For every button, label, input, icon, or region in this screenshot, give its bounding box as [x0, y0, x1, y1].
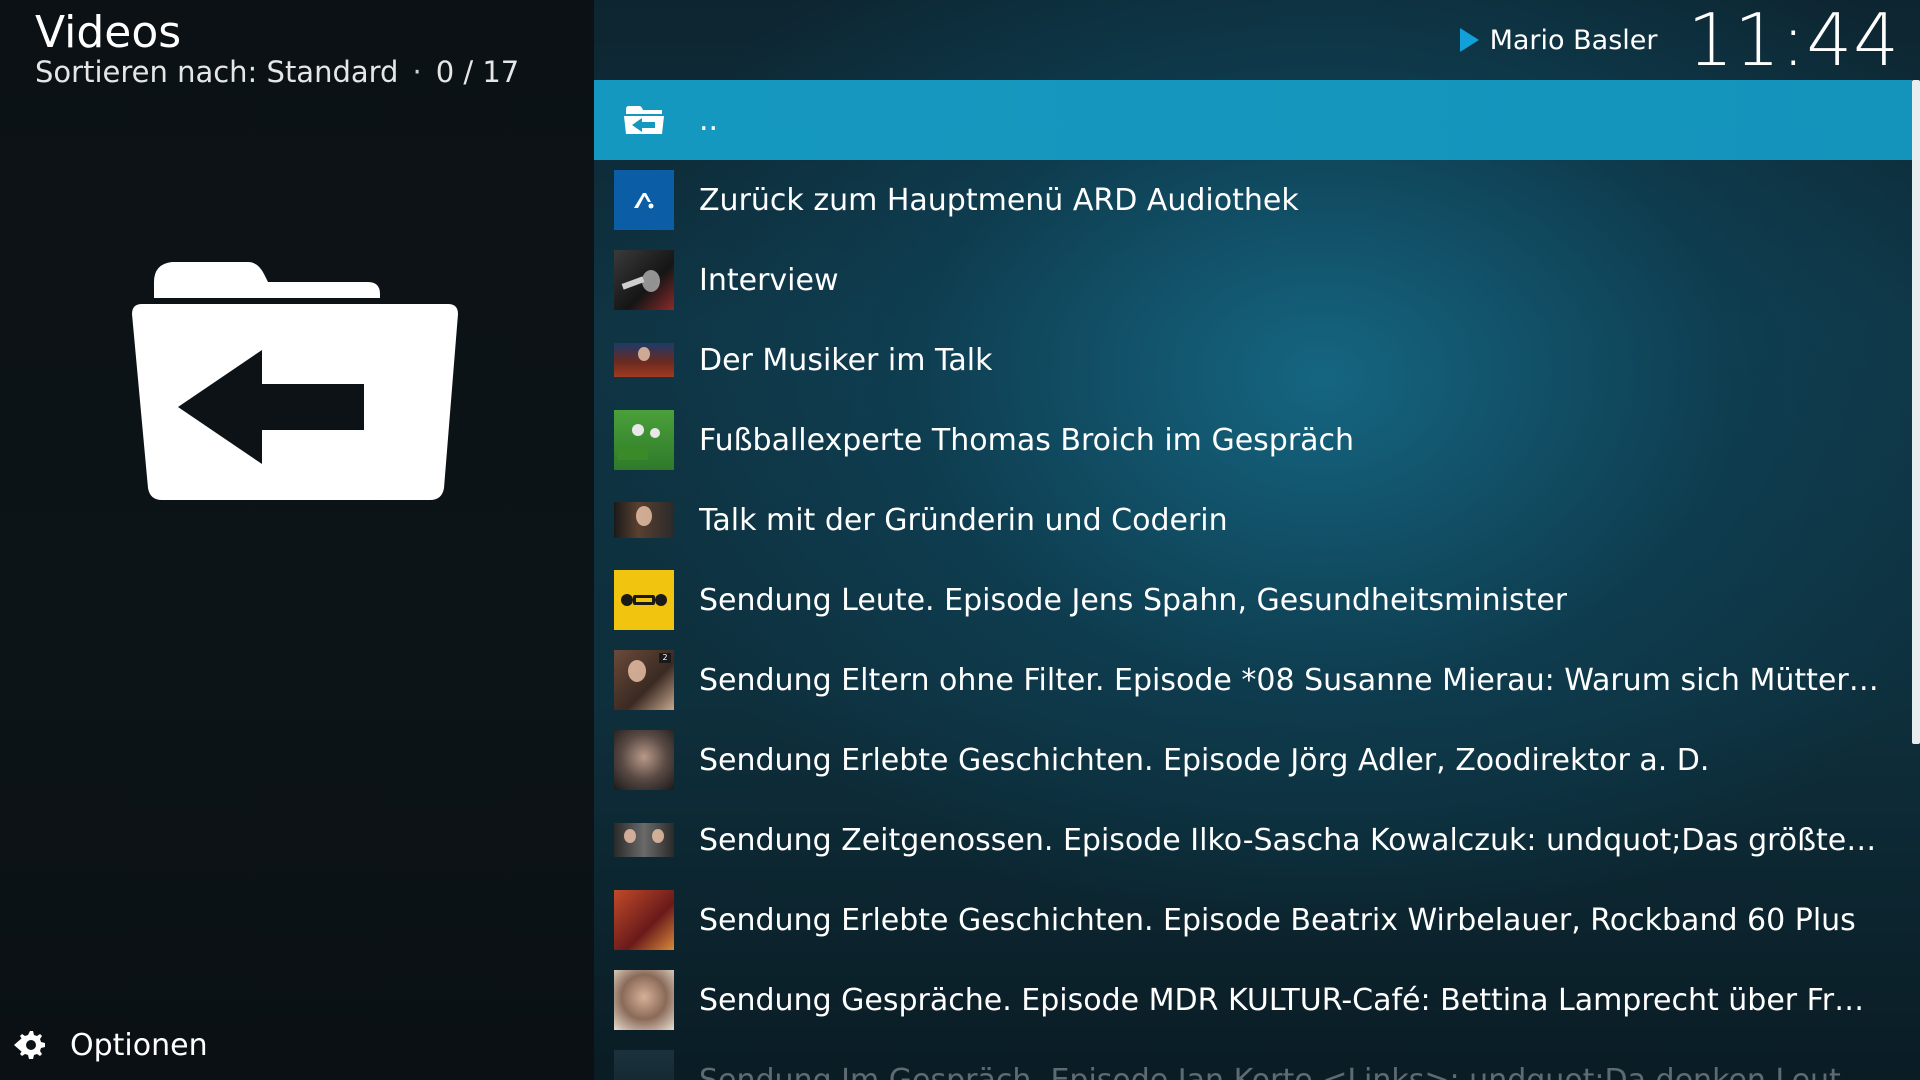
korte-thumbnail	[614, 1050, 674, 1080]
list-item-gruenderin[interactable]: Talk mit der Gründerin und Coderin	[594, 480, 1912, 560]
now-playing[interactable]: Mario Basler	[1458, 25, 1658, 56]
play-icon	[1459, 28, 1479, 52]
list-item-zeitgenossen[interactable]: Sendung Zeitgenossen. Episode Ilko-Sasch…	[594, 800, 1912, 880]
list-item-eltern[interactable]: 2 Sendung Eltern ohne Filter. Episode *0…	[594, 640, 1912, 720]
sort-label[interactable]: Sortieren nach: Standard	[35, 55, 398, 89]
list-item-adler[interactable]: Sendung Erlebte Geschichten. Episode Jör…	[594, 720, 1912, 800]
options-button[interactable]: Optionen	[12, 1022, 208, 1068]
list-item-wirbelauer[interactable]: Sendung Erlebte Geschichten. Episode Bea…	[594, 880, 1912, 960]
top-bar: Mario Basler 11:44	[1458, 0, 1900, 80]
adler-thumbnail	[614, 730, 674, 790]
list-item-label: Sendung Im Gespräch. Episode Jan Korte <…	[699, 1062, 1879, 1080]
list-item-label: Talk mit der Gründerin und Coderin	[699, 502, 1228, 538]
wirbelauer-thumbnail	[614, 890, 674, 950]
list-item-label: Sendung Zeitgenossen. Episode Ilko-Sasch…	[699, 822, 1879, 858]
info-panel: Videos Sortieren nach: Standard · 0 / 17 O…	[0, 0, 594, 1080]
list-item-lamprecht[interactable]: Sendung Gespräche. Episode MDR KULTUR-Ca…	[594, 960, 1912, 1040]
list-item-label: Der Musiker im Talk	[699, 342, 993, 378]
leute-thumbnail	[614, 570, 674, 630]
list-item-parent[interactable]: ..	[594, 80, 1912, 160]
zeitgenossen-thumbnail	[614, 823, 674, 857]
musiker-thumbnail	[614, 343, 674, 377]
folder-back-icon	[128, 252, 464, 508]
sort-info: Sortieren nach: Standard · 0 / 17	[35, 54, 519, 90]
list-item-korte[interactable]: Sendung Im Gespräch. Episode Jan Korte <…	[594, 1040, 1912, 1080]
eltern-thumbnail: 2	[614, 650, 674, 710]
ard-audiothek-logo	[614, 170, 674, 230]
page-title: Videos	[35, 7, 182, 58]
options-gear-icon	[14, 1031, 45, 1059]
list-item-label: Sendung Erlebte Geschichten. Episode Bea…	[699, 902, 1856, 938]
options-label: Optionen	[70, 1027, 208, 1063]
separator: ·	[412, 55, 422, 89]
list-item-label: Sendung Gespräche. Episode MDR KULTUR-Ca…	[699, 982, 1879, 1018]
parent-folder-icon	[614, 90, 674, 150]
list-item-label: ..	[699, 102, 719, 138]
interview-thumbnail	[614, 250, 674, 310]
list-item-label: Zurück zum Hauptmenü ARD Audiothek	[699, 182, 1299, 218]
list-item-musiker[interactable]: Der Musiker im Talk	[594, 320, 1912, 400]
list-item-ard-audiothek[interactable]: Zurück zum Hauptmenü ARD Audiothek	[594, 160, 1912, 240]
now-playing-title: Mario Basler	[1489, 24, 1658, 56]
list-item-interview[interactable]: Interview	[594, 240, 1912, 320]
list-item-label: Sendung Erlebte Geschichten. Episode Jör…	[699, 742, 1710, 778]
lamprecht-thumbnail	[614, 970, 674, 1030]
list-item-fussball[interactable]: Fußballexperte Thomas Broich im Gespräch	[594, 400, 1912, 480]
scrollbar[interactable]	[1912, 80, 1920, 744]
fussball-thumbnail	[614, 410, 674, 470]
file-list: .. Zurück zum Hauptmenü ARD Audiothek In…	[594, 80, 1912, 1080]
list-item-leute[interactable]: Sendung Leute. Episode Jens Spahn, Gesun…	[594, 560, 1912, 640]
list-item-label: Fußballexperte Thomas Broich im Gespräch	[699, 422, 1355, 458]
kodi-videos-screen: Videos Sortieren nach: Standard · 0 / 17 O…	[0, 0, 1920, 1080]
file-list-panel: Mario Basler 11:44 .. Zurück zum Hauptme…	[594, 0, 1920, 1080]
list-item-label: Sendung Eltern ohne Filter. Episode *08 …	[699, 662, 1879, 698]
item-count: 0 / 17	[435, 55, 520, 89]
clock: 11:44	[1687, 0, 1900, 82]
list-item-label: Sendung Leute. Episode Jens Spahn, Gesun…	[699, 582, 1568, 618]
gruenderin-thumbnail	[614, 502, 674, 538]
list-item-label: Interview	[699, 262, 839, 298]
